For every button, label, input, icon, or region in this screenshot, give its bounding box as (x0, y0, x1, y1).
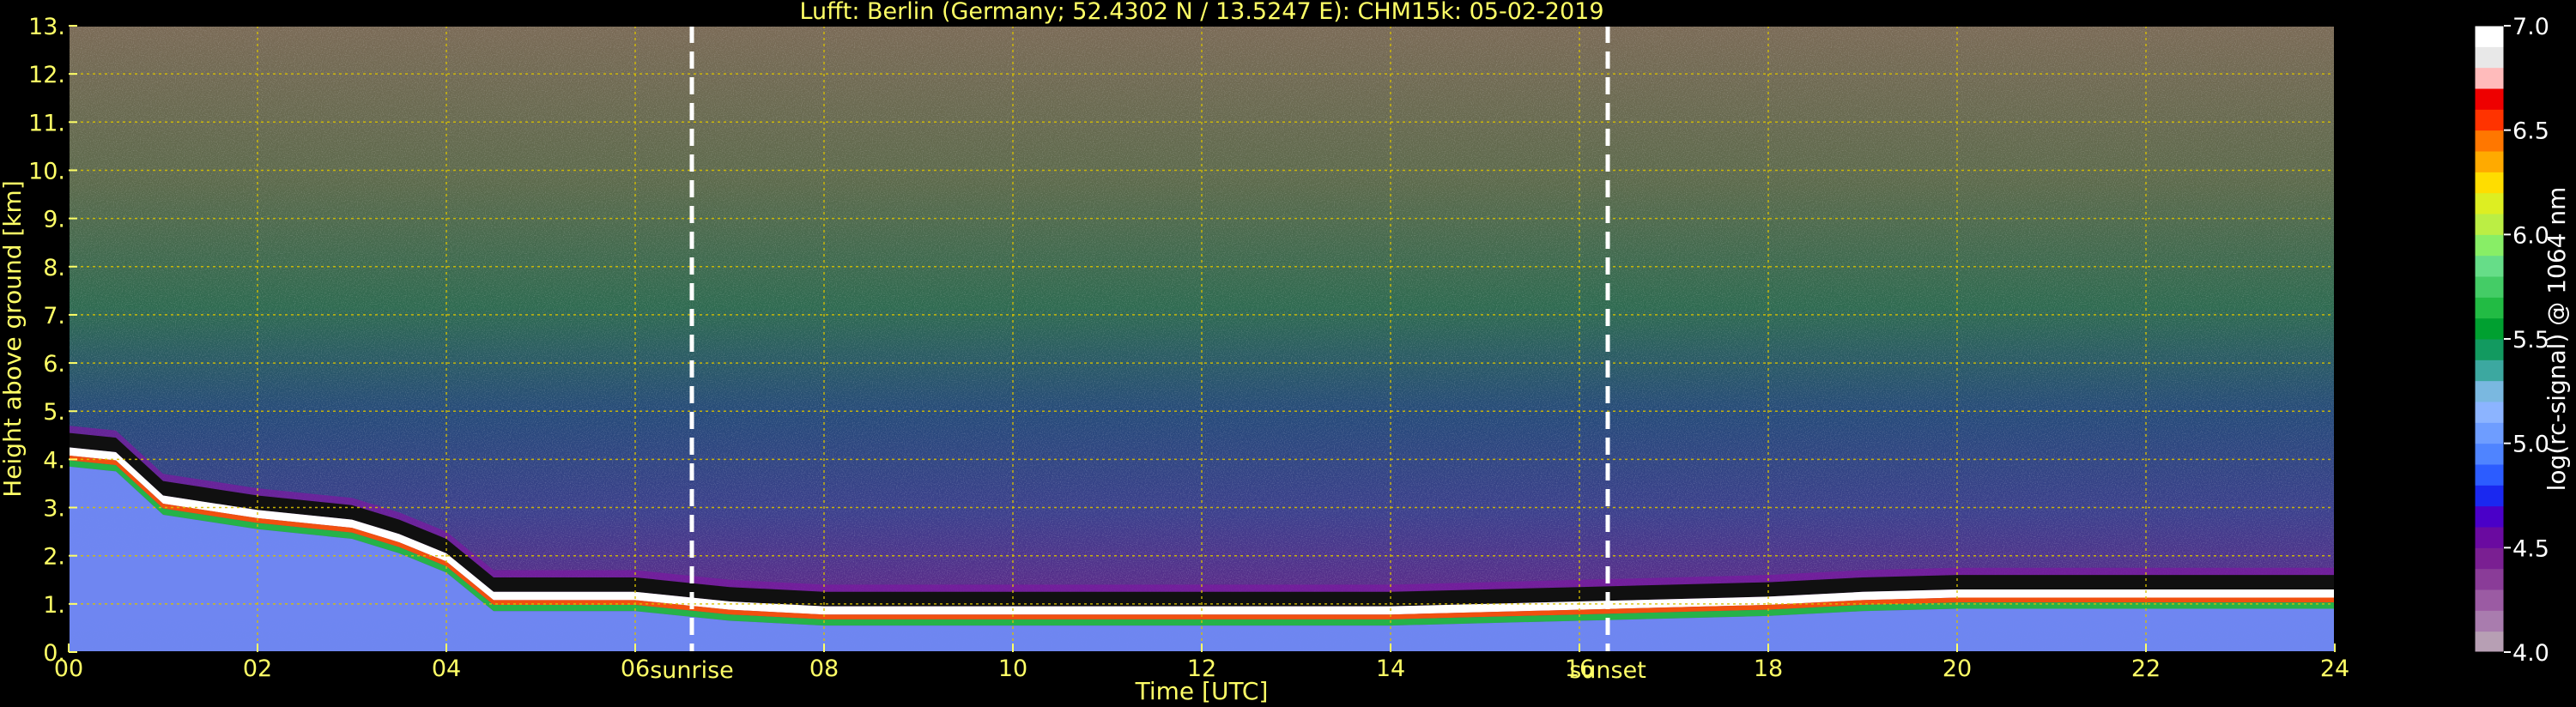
y-tick-label: 0. (43, 640, 65, 667)
colorbar: 4.04.55.05.56.06.57.0 (2474, 14, 2549, 667)
x-tick-label: 08 (809, 656, 839, 682)
chart-title: Lufft: Berlin (Germany; 52.4302 N / 13.5… (799, 0, 1603, 25)
y-tick-label: 9. (43, 207, 65, 233)
y-tick-label: 3. (43, 496, 65, 523)
colorbar-tick-label: 6.5 (2512, 118, 2549, 145)
colorbar-segment (2475, 360, 2504, 382)
colorbar-segment (2475, 380, 2504, 402)
y-axis-label: Height above ground [km] (0, 180, 27, 498)
y-tick-label: 11. (28, 110, 65, 136)
colorbar-segment (2475, 172, 2504, 194)
colorbar-segment (2475, 422, 2504, 444)
colorbar-segment (2475, 88, 2504, 110)
colorbar-segment (2475, 339, 2504, 360)
y-tick-label: 1. (43, 592, 65, 619)
colorbar-segment (2475, 234, 2504, 257)
y-tick-label: 12. (28, 62, 65, 88)
colorbar-segment (2475, 317, 2504, 340)
colorbar-segment (2475, 527, 2504, 548)
colorbar-label: log(rc-signal) @ 1064 nm (2543, 187, 2571, 492)
colorbar-segment (2475, 46, 2504, 69)
y-tick-label: 6. (43, 351, 65, 378)
y-tick-label: 4. (43, 447, 65, 474)
colorbar-tick-label: 4.0 (2512, 640, 2549, 667)
colorbar-segment (2475, 402, 2504, 423)
x-tick-label: 20 (1943, 656, 1972, 682)
colorbar-segment (2475, 547, 2504, 570)
colorbar-segment (2475, 297, 2504, 319)
colorbar-segment (2475, 505, 2504, 528)
y-tick-label: 8. (43, 255, 65, 281)
colorbar-segment (2475, 485, 2504, 507)
colorbar-segment (2475, 631, 2504, 653)
x-tick-label: 06 (621, 656, 650, 682)
colorbar-segment (2475, 192, 2504, 215)
y-tick-label: 2. (43, 544, 65, 571)
x-tick-label: 16 (1565, 656, 1594, 682)
x-tick-label: 02 (243, 656, 272, 682)
colorbar-segment (2475, 151, 2504, 172)
x-tick-label: 22 (2131, 656, 2161, 682)
sunrise-label: sunrise (650, 657, 734, 684)
colorbar-segment (2475, 67, 2504, 89)
colorbar-segment (2475, 568, 2504, 590)
x-tick-label: 04 (432, 656, 461, 682)
colorbar-segment (2475, 26, 2504, 47)
lidar-chart: sunrise sunset 00 02 04 06 08 10 12 14 16 18 20 22 24… (0, 0, 2571, 705)
y-tick-label: 10. (28, 158, 65, 184)
x-tick-label: 14 (1376, 656, 1405, 682)
colorbar-segment (2475, 443, 2504, 465)
y-tick-label: 7. (43, 303, 65, 329)
colorbar-segment (2475, 276, 2504, 298)
colorbar-segment (2475, 464, 2504, 486)
x-axis-label: Time [UTC] (1135, 677, 1269, 705)
colorbar-segment (2475, 109, 2504, 131)
colorbar-segment (2475, 130, 2504, 152)
colorbar-tick-label: 7.0 (2512, 14, 2549, 40)
colorbar-segment (2475, 255, 2504, 277)
colorbar-segment (2475, 214, 2504, 235)
y-tick-label: 13. (28, 14, 65, 40)
colorbar-tick-label: 4.5 (2512, 535, 2549, 562)
x-tick-label: 18 (1754, 656, 1783, 682)
x-tick-label: 10 (998, 656, 1027, 682)
x-tick-label: 24 (2320, 656, 2349, 682)
colorbar-segment (2475, 610, 2504, 632)
y-tick-label: 5. (43, 399, 65, 426)
colorbar-segment (2475, 589, 2504, 611)
